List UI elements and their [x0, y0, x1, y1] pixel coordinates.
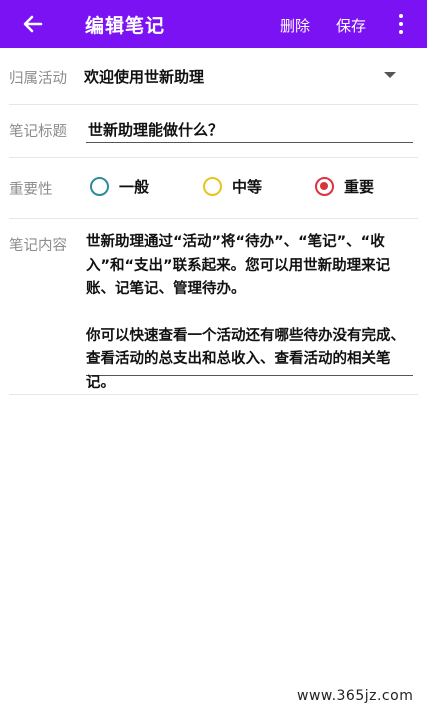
radio-unchecked-icon: [90, 177, 109, 196]
radio-checked-icon: [315, 177, 334, 196]
importance-option-label: 中等: [232, 178, 263, 196]
divider: [9, 104, 418, 105]
save-button[interactable]: 保存: [336, 15, 366, 36]
note-content-textarea[interactable]: 世新助理通过“活动”将“待办”、“笔记”、“收入”和“支出”联系起来。您可以用世…: [86, 231, 413, 391]
radio-unchecked-icon: [203, 177, 222, 196]
back-button[interactable]: [18, 9, 48, 39]
divider: [9, 218, 418, 219]
content-paragraph: 世新助理通过“活动”将“待办”、“笔记”、“收入”和“支出”联系起来。您可以用世…: [86, 234, 391, 297]
content-paragraph: 你可以快速查看一个活动还有哪些待办没有完成、查看活动的总支出和总收入、查看活动的…: [86, 327, 405, 391]
more-vert-icon[interactable]: [390, 10, 412, 38]
importance-label: 重要性: [9, 182, 53, 198]
dropdown-arrow-icon[interactable]: [384, 72, 396, 78]
divider: [9, 157, 418, 158]
importance-option-label: 重要: [344, 178, 375, 196]
delete-button[interactable]: 删除: [280, 15, 310, 36]
note-title-input[interactable]: 世新助理能做什么？: [86, 115, 413, 143]
note-title-value: 世新助理能做什么？: [88, 121, 224, 139]
importance-radio-medium[interactable]: 中等: [203, 176, 262, 197]
page-title: 编辑笔记: [85, 15, 166, 37]
divider: [9, 394, 418, 395]
title-label: 笔记标题: [9, 124, 67, 140]
activity-select[interactable]: 欢迎使用世新助理: [84, 66, 204, 87]
importance-option-label: 一般: [119, 178, 150, 196]
activity-label: 归属活动: [9, 71, 67, 87]
arrow-left-icon: [23, 15, 43, 33]
app-bar: 编辑笔记 删除 保存: [0, 0, 427, 48]
content-label: 笔记内容: [9, 238, 67, 254]
importance-radio-important[interactable]: 重要: [315, 176, 374, 197]
watermark: www.365jz.com: [297, 688, 414, 704]
importance-radio-normal[interactable]: 一般: [90, 176, 149, 197]
